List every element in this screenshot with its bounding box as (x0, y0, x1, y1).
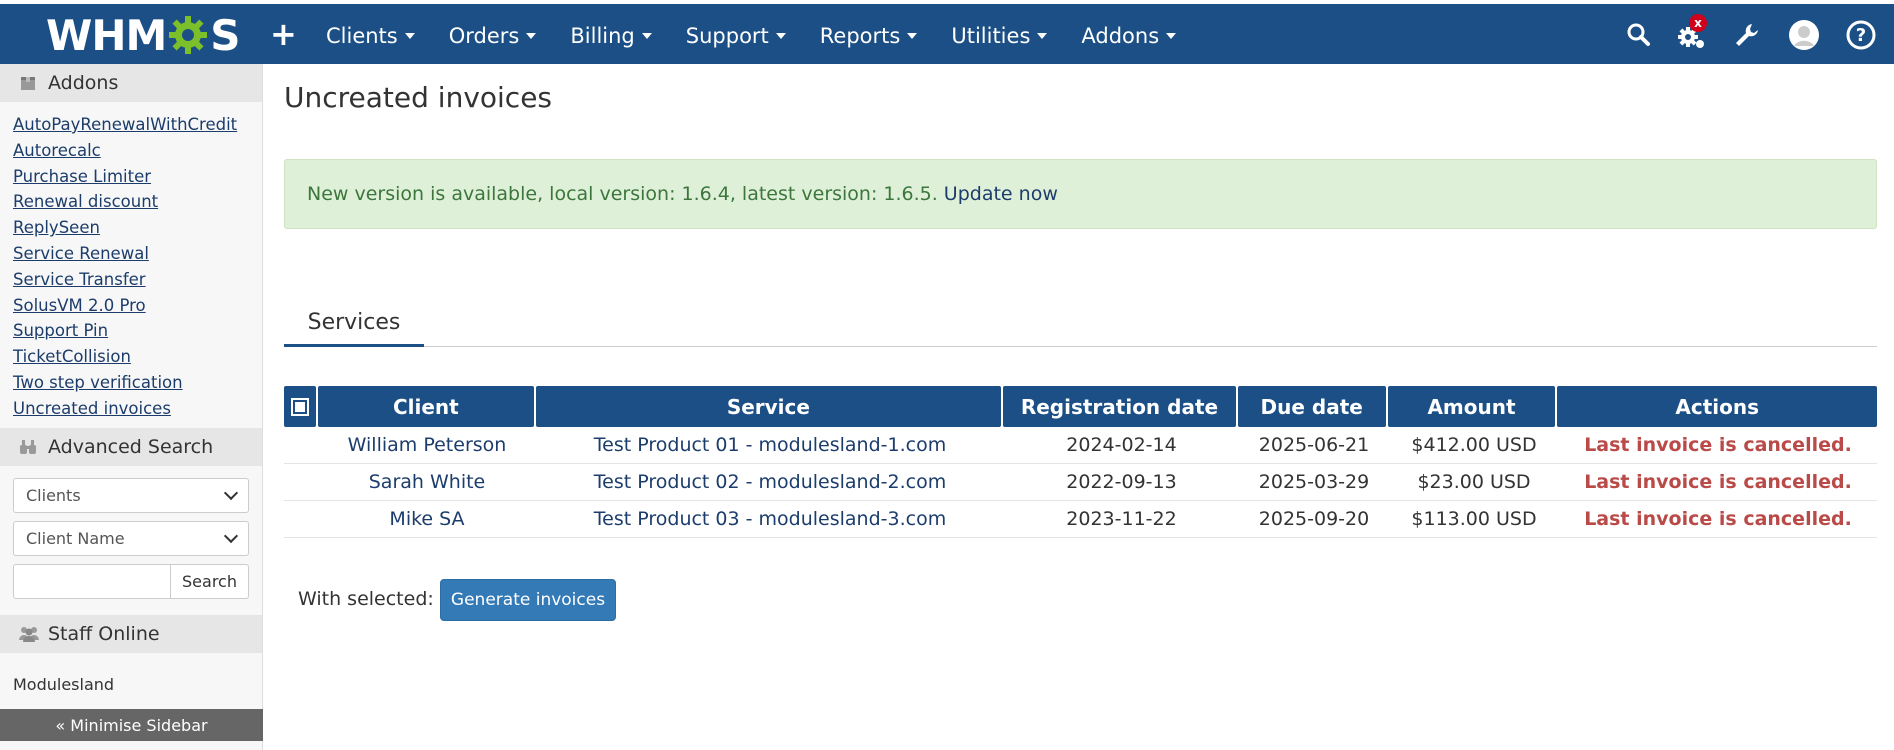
chevron-down-icon (1166, 33, 1177, 39)
column-header[interactable]: Due date (1237, 386, 1386, 427)
nav-orders[interactable]: Orders (432, 4, 554, 68)
table-row: Sarah White Test Product 02 - moduleslan… (284, 464, 1877, 501)
client-cell[interactable]: Mike SA (318, 508, 536, 530)
logo-gear-icon (167, 14, 209, 56)
nav-support[interactable]: Support (669, 4, 803, 68)
table-row: Mike SA Test Product 03 - modulesland-3.… (284, 501, 1877, 538)
registration-date-cell: 2024-02-14 (1066, 434, 1177, 456)
staff-online-label: Staff Online (48, 622, 160, 645)
search-input[interactable] (13, 563, 171, 599)
generate-invoices-button[interactable]: Generate invoices (440, 579, 616, 621)
amount-cell: $113.00 USD (1411, 508, 1537, 530)
search-button[interactable]: Search (171, 563, 249, 599)
sidebar: Addons AutoPayRenewalWithCredit Autoreca… (0, 64, 263, 750)
main-menu: Clients Orders Billing Support Reports U… (309, 4, 1193, 68)
chevron-down-icon (641, 33, 652, 39)
chevron-down-icon (223, 528, 239, 543)
column-header[interactable]: Service (535, 386, 1002, 427)
service-cell[interactable]: Test Product 01 - modulesland-1.com (536, 434, 1004, 456)
addon-link[interactable]: Two step verification (13, 370, 262, 396)
due-date-cell: 2025-06-21 (1258, 434, 1370, 456)
nav-clients[interactable]: Clients (309, 4, 432, 68)
addon-link[interactable]: Renewal discount (13, 189, 262, 215)
due-date-cell: 2025-09-20 (1258, 508, 1370, 530)
due-date-cell: 2025-03-29 (1258, 471, 1370, 493)
amount-cell: $412.00 USD (1411, 434, 1537, 456)
logo-text-start: WHM (46, 10, 167, 60)
chevron-down-icon (223, 485, 239, 500)
search-type-value: Clients (26, 485, 81, 505)
registration-date-cell: 2022-09-13 (1066, 471, 1177, 493)
addons-header-label: Addons (48, 72, 119, 94)
amount-cell: $23.00 USD (1417, 471, 1531, 493)
select-all-header (284, 386, 316, 427)
top-navbar: WHM S + Clients Orders Billing Support R… (0, 0, 1894, 64)
chevron-down-icon (526, 33, 537, 39)
whmcs-logo[interactable]: WHM S (46, 10, 241, 60)
search-icon[interactable] (1624, 20, 1654, 50)
addons-header: Addons (0, 64, 262, 102)
logo-text-end: S (210, 10, 240, 60)
minimise-sidebar-button[interactable]: « Minimise Sidebar (0, 709, 263, 741)
wrench-icon[interactable] (1732, 20, 1762, 50)
tab-services[interactable]: Services (284, 300, 424, 347)
search-type-select[interactable]: Clients (13, 477, 249, 513)
column-header[interactable]: Registration date (1003, 386, 1236, 427)
select-all-checkbox[interactable] (290, 397, 309, 416)
notification-badge[interactable]: x (1689, 14, 1707, 32)
search-field-select[interactable]: Client Name (13, 520, 249, 556)
avatar[interactable] (1788, 19, 1820, 51)
service-cell[interactable]: Test Product 02 - modulesland-2.com (536, 471, 1004, 493)
column-header[interactable]: Client (317, 386, 534, 427)
update-now-link[interactable]: Update now (944, 183, 1058, 205)
staff-online-header: Staff Online (0, 614, 262, 653)
addon-link[interactable]: Service Transfer (13, 267, 262, 293)
nav-reports[interactable]: Reports (803, 4, 935, 68)
column-header[interactable]: Actions (1557, 386, 1877, 427)
service-cell[interactable]: Test Product 03 - modulesland-3.com (536, 508, 1004, 530)
column-header[interactable]: Amount (1387, 386, 1556, 427)
advanced-search-header: Advanced Search (0, 427, 262, 466)
chevron-down-icon (404, 33, 415, 39)
search-field-value: Client Name (26, 528, 125, 548)
tab-bar: Services (284, 300, 1877, 347)
addon-link-list: AutoPayRenewalWithCredit Autorecalc Purc… (0, 102, 262, 428)
table-header: Client Service Registration date Due dat… (284, 386, 1877, 427)
table-row: William Peterson Test Product 01 - modul… (284, 427, 1877, 464)
client-cell[interactable]: Sarah White (318, 471, 536, 493)
action-status-cell: Last invoice is cancelled. (1584, 508, 1852, 530)
nav-addons[interactable]: Addons (1064, 4, 1193, 68)
addon-link[interactable]: Autorecalc (13, 138, 262, 164)
addon-link[interactable]: Support Pin (13, 318, 262, 344)
addon-link[interactable]: TicketCollision (13, 344, 262, 370)
help-icon[interactable]: ? (1845, 19, 1877, 51)
addon-link[interactable]: Uncreated invoices (13, 396, 262, 422)
addon-link[interactable]: Service Renewal (13, 241, 262, 267)
chevron-down-icon (907, 33, 918, 39)
client-cell[interactable]: William Peterson (318, 434, 536, 456)
addon-link[interactable]: AutoPayRenewalWithCredit (13, 112, 262, 138)
quick-add-button[interactable]: + (270, 18, 297, 50)
nav-billing[interactable]: Billing (553, 4, 668, 68)
chevron-down-icon (1037, 33, 1048, 39)
update-alert: New version is available, local version:… (284, 159, 1877, 229)
services-table: Client Service Registration date Due dat… (284, 386, 1877, 538)
users-icon (18, 624, 39, 644)
advanced-search-label: Advanced Search (48, 435, 214, 458)
addon-link[interactable]: SolusVM 2.0 Pro (13, 293, 262, 319)
box-icon (18, 73, 38, 93)
page-title: Uncreated invoices (284, 81, 553, 114)
action-status-cell: Last invoice is cancelled. (1584, 471, 1852, 493)
alert-message: New version is available, local version:… (307, 183, 938, 205)
action-status-cell: Last invoice is cancelled. (1584, 434, 1852, 456)
addon-link[interactable]: ReplySeen (13, 215, 262, 241)
with-selected-label: With selected: (298, 588, 434, 610)
registration-date-cell: 2023-11-22 (1066, 508, 1177, 530)
sidebar-search: Search (13, 563, 249, 599)
nav-utilities[interactable]: Utilities (934, 4, 1064, 68)
chevron-down-icon (775, 33, 786, 39)
svg-text:?: ? (1856, 25, 1866, 46)
binoculars-icon (18, 437, 38, 457)
addon-link[interactable]: Purchase Limiter (13, 164, 262, 190)
